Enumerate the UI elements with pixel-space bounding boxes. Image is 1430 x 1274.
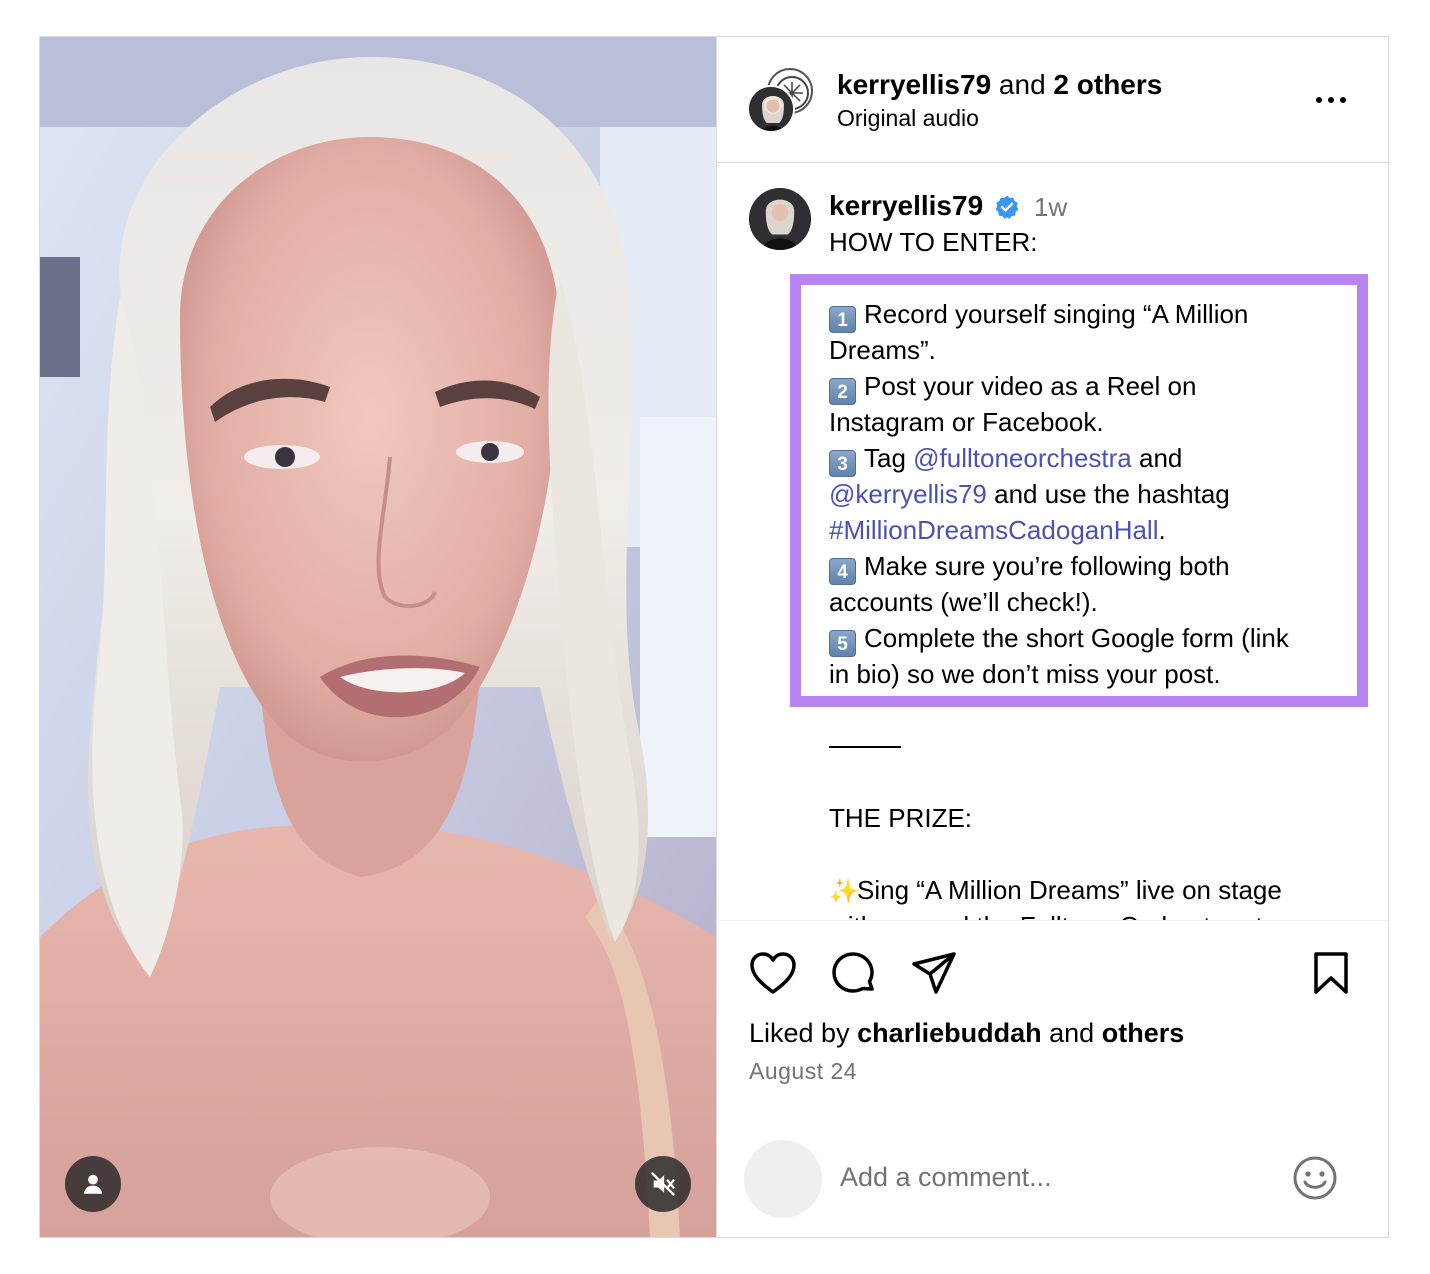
share-button[interactable] — [909, 948, 959, 998]
step-1-line-1: 1 Record yourself singing “A Million — [829, 296, 1248, 333]
current-user-avatar — [744, 1140, 822, 1218]
keycap-5-icon: 5 — [829, 630, 856, 657]
comment-input[interactable] — [840, 1155, 1270, 1199]
step-3-line-3: #MillionDreamsCadoganHall. — [829, 515, 1166, 545]
header-divider — [716, 162, 1388, 163]
step-1-line-2: Dreams”. — [829, 335, 936, 365]
likes-summary: Liked by charliebuddah and others — [749, 1018, 1185, 1048]
save-button[interactable] — [1306, 948, 1356, 998]
emoji-icon — [1293, 1156, 1337, 1200]
other-authors-link[interactable]: 2 others — [1053, 69, 1162, 100]
prize-line-2: with me and the Fulltone Orchestra at — [829, 908, 1263, 920]
authors-joiner: and — [998, 69, 1046, 100]
like-button[interactable] — [748, 948, 798, 998]
post-authors: kerryellis79 and 2 others — [837, 68, 1162, 102]
comment-icon — [832, 952, 874, 993]
step-2-line-1: 2 Post your video as a Reel on — [829, 368, 1196, 405]
caption-heading: HOW TO ENTER: — [829, 227, 1038, 257]
caption-author-avatar[interactable] — [749, 188, 811, 250]
keycap-4-icon: 4 — [829, 558, 856, 585]
author-avatar[interactable] — [747, 85, 795, 133]
step-5-line-1: 5 Complete the short Google form (link — [829, 620, 1289, 657]
caption-scroll-area[interactable]: kerryellis79 1w HOW TO ENTER: 1 Record yo… — [716, 164, 1388, 920]
caption-separator — [829, 746, 901, 748]
verified-badge-icon — [995, 195, 1019, 219]
more-horizontal-icon — [1316, 97, 1322, 103]
prize-line-1: ✨Sing “A Million Dreams” live on stage — [829, 872, 1282, 910]
step-4-line-1: 4 Make sure you’re following both — [829, 548, 1230, 585]
author-username-link[interactable]: kerryellis79 — [837, 69, 991, 100]
step-2-line-2: Instagram or Facebook. — [829, 407, 1104, 437]
emoji-picker-button[interactable] — [1290, 1153, 1340, 1203]
sparkles-icon: ✨ — [829, 878, 859, 905]
step-3-line-2: @kerryellis79 and use the hashtag — [829, 479, 1230, 509]
bookmark-icon — [1314, 952, 1348, 994]
unmute-button[interactable] — [635, 1156, 691, 1212]
caption-username-link[interactable]: kerryellis79 — [829, 189, 983, 223]
reel-video[interactable] — [40, 37, 716, 1237]
liker-username-link[interactable]: charliebuddah — [857, 1018, 1042, 1048]
tagged-users-button[interactable] — [65, 1156, 121, 1212]
more-options-button[interactable] — [1310, 85, 1352, 115]
keycap-3-icon: 3 — [829, 450, 856, 477]
keycap-2-icon: 2 — [829, 378, 856, 405]
step-5-line-2: in bio) so we don’t miss your post. — [829, 659, 1221, 689]
author-photo — [749, 188, 811, 250]
comment-button[interactable] — [828, 948, 878, 998]
fulltoneorchestra-mention-link[interactable]: @fulltoneorchestra — [913, 443, 1132, 473]
audio-link[interactable]: Original audio — [837, 103, 979, 133]
user-tag-icon — [83, 1174, 103, 1194]
post-date[interactable]: August 24 — [749, 1056, 857, 1086]
prize-heading: THE PRIZE: — [829, 803, 973, 833]
hashtag-link[interactable]: #MillionDreamsCadoganHall — [829, 515, 1158, 545]
step-4-line-2: accounts (we’ll check!). — [829, 587, 1098, 617]
other-likers-link[interactable]: others — [1102, 1018, 1185, 1048]
step-3-line-1: 3 Tag @fulltoneorchestra and — [829, 440, 1182, 477]
kerryellis79-mention-link[interactable]: @kerryellis79 — [829, 479, 987, 509]
muted-speaker-icon — [651, 1172, 675, 1196]
keycap-1-icon: 1 — [829, 306, 856, 333]
send-icon — [912, 952, 956, 994]
heart-icon — [750, 952, 796, 994]
post-timestamp[interactable]: 1w — [1034, 190, 1067, 224]
actions-divider — [716, 920, 1388, 921]
video-frame-image — [40, 37, 716, 1237]
